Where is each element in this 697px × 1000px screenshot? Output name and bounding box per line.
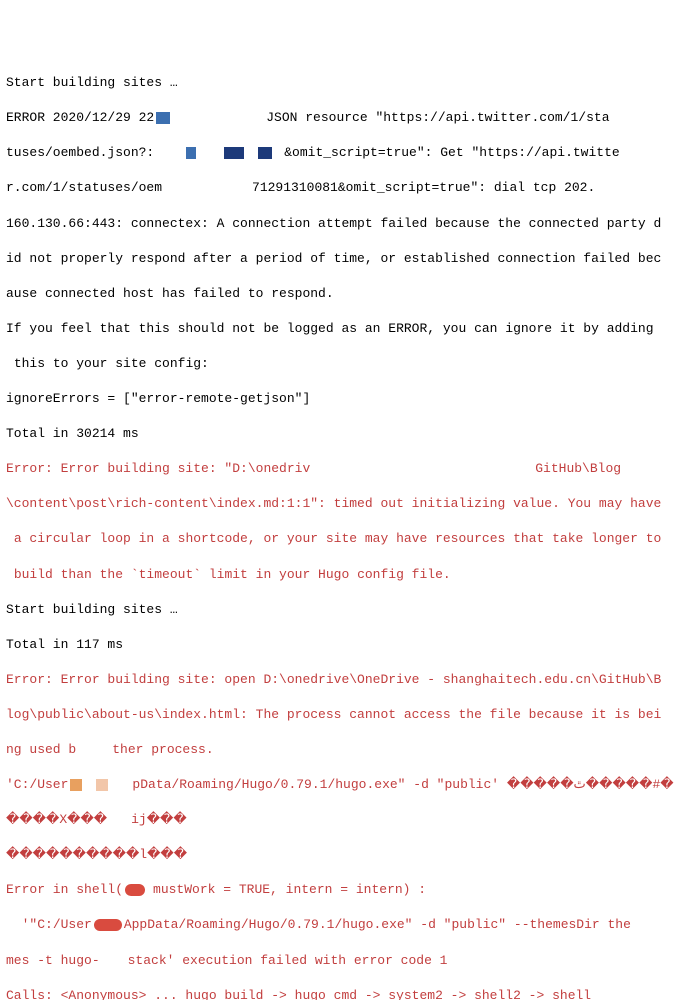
redacted-region [156, 112, 170, 124]
log-line: tuses/oembed.json?: &omit_script=true": G… [6, 144, 691, 162]
log-fragment: 71291310081&omit_script=true": dial tcp … [252, 180, 595, 195]
log-line: Total in 30214 ms [6, 425, 691, 443]
error-line: Error: Error building site: "D:\onedriv G… [6, 460, 691, 478]
error-line: Error in shell( mustWork = TRUE, intern =… [6, 881, 691, 899]
log-fragment: GitHub\Blog [535, 461, 621, 476]
redacted-region [102, 954, 126, 966]
redacted-region [125, 884, 145, 896]
log-line: If you feel that this should not be logg… [6, 320, 691, 338]
error-line: Error: Error building site: open D:\oned… [6, 671, 691, 689]
log-line: Start building sites … [6, 601, 691, 619]
log-fragment: &omit_script=true": Get "https://api.twi… [284, 145, 619, 160]
redacted-region [112, 779, 130, 791]
log-fragment: ����X��� [6, 812, 107, 827]
redacted-region [92, 744, 110, 756]
log-fragment: 'C:/User [6, 777, 68, 792]
log-fragment: ij��� [131, 812, 187, 827]
redacted-region [109, 814, 129, 826]
error-line: ng used b ther process. [6, 741, 691, 759]
redacted-region [96, 779, 108, 791]
error-line: '"C:/User AppData/Roaming/Hugo/0.79.1/hug… [6, 916, 691, 934]
log-fragment: JSON resource "https://api.twitter.com/1… [266, 110, 609, 125]
redacted-region [200, 147, 220, 159]
error-line: a circular loop in a shortcode, or your … [6, 530, 691, 548]
log-fragment: stack' execution failed with error code … [128, 953, 448, 968]
log-fragment: r.com/1/statuses/oem [6, 180, 162, 195]
log-fragment: pData/Roaming/Hugo/0.79.1/hugo.exe" -d "… [132, 777, 673, 792]
error-line: mes -t hugo-stack' execution failed with… [6, 952, 691, 970]
error-line: build than the `timeout` limit in your H… [6, 566, 691, 584]
log-fragment: Error in shell( [6, 882, 123, 897]
log-fragment: AppData/Roaming/Hugo/0.79.1/hugo.exe" -d… [124, 917, 631, 932]
error-line: Calls: <Anonymous> ... hugo_build -> hug… [6, 987, 691, 1000]
log-fragment: '"C:/User [6, 917, 92, 932]
log-fragment: tuses/oembed.json?: [6, 145, 154, 160]
redacted-region [174, 112, 204, 124]
redacted-region [94, 919, 122, 931]
log-fragment: Error: Error building site: "D:\onedriv [6, 461, 310, 476]
log-fragment: ng used b [6, 742, 76, 757]
redacted-region [186, 147, 196, 159]
redacted-region [248, 147, 254, 159]
log-line: ERROR 2020/12/29 22 JSON resource "https:… [6, 109, 691, 127]
log-line: Total in 117 ms [6, 636, 691, 654]
error-line: log\public\about-us\index.html: The proc… [6, 706, 691, 724]
log-fragment: ther process. [112, 742, 213, 757]
error-line: ����X��� ij��� [6, 811, 691, 829]
error-line: ����������l��� [6, 846, 691, 864]
log-fragment: mustWork = TRUE, intern = intern) : [153, 882, 426, 897]
redacted-region [258, 147, 272, 159]
log-line: id not properly respond after a period o… [6, 250, 691, 268]
log-line: Start building sites … [6, 74, 691, 92]
error-line: \content\post\rich-content\index.md:1:1"… [6, 495, 691, 513]
log-line: ause connected host has failed to respon… [6, 285, 691, 303]
error-line: 'C:/User pData/Roaming/Hugo/0.79.1/hugo.e… [6, 776, 691, 794]
redacted-region [224, 147, 244, 159]
log-fragment: mes -t hugo- [6, 953, 100, 968]
redacted-region [86, 779, 92, 791]
log-line: 160.130.66:443: connectex: A connection … [6, 215, 691, 233]
log-fragment: ERROR 2020/12/29 22 [6, 110, 154, 125]
log-line: this to your site config: [6, 355, 691, 373]
log-line: ignoreErrors = ["error-remote-getjson"] [6, 390, 691, 408]
redacted-region [70, 779, 82, 791]
log-line: r.com/1/statuses/oem 71291310081&omit_scr… [6, 179, 691, 197]
